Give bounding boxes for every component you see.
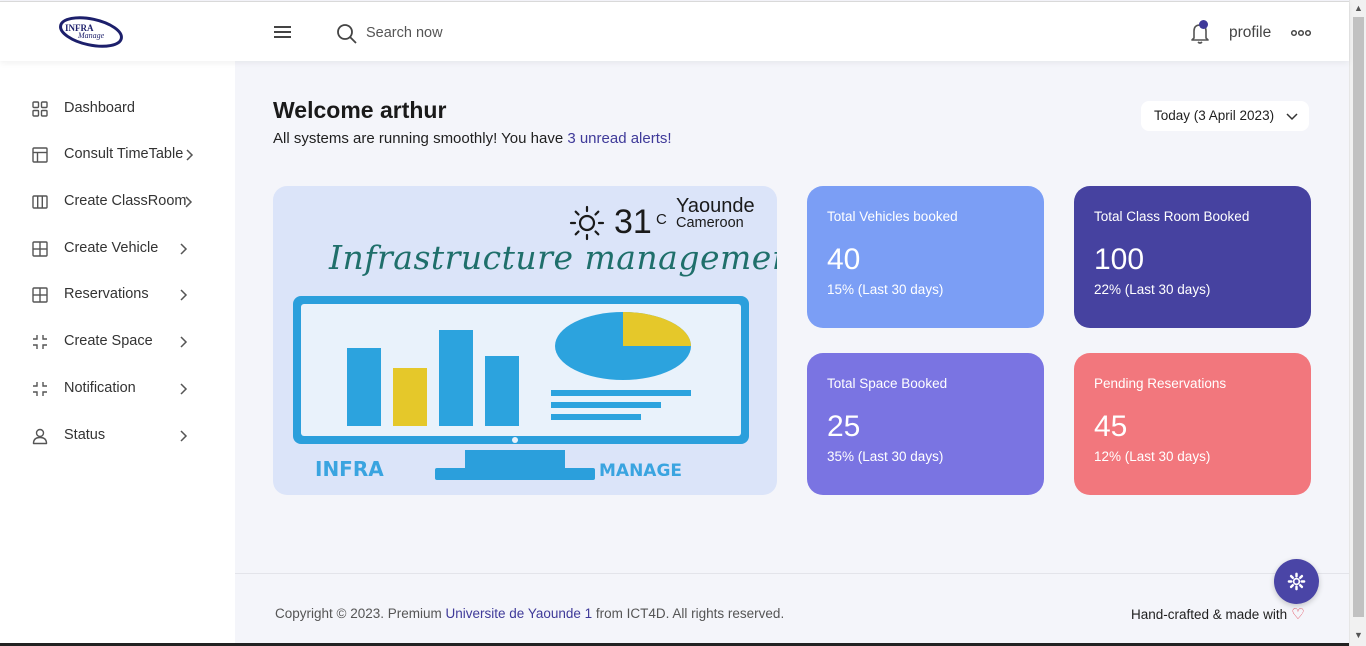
university-link[interactable]: Universite de Yaounde 1 bbox=[446, 606, 593, 621]
art-left-text: INFRA bbox=[315, 457, 384, 481]
copyright-suffix: from ICT4D. All rights reserved. bbox=[592, 606, 785, 621]
sidebar-item-notification[interactable]: Notification bbox=[0, 370, 235, 410]
profile-link[interactable]: profile bbox=[1229, 24, 1271, 42]
weather-banner: 31 C Yaounde Cameroon Infrastructure man… bbox=[273, 186, 777, 495]
infra-manage-logo[interactable]: INFRA Manage bbox=[56, 14, 126, 50]
copyright-prefix: Copyright © 2023. Premium bbox=[275, 606, 446, 621]
card-subtext: 12% (Last 30 days) bbox=[1094, 449, 1211, 464]
sidebar-item-label: Create Space bbox=[64, 333, 153, 349]
system-status-text: All systems are running smoothly! You ha… bbox=[273, 130, 672, 147]
sidebar-item-reservations[interactable]: Reservations bbox=[0, 276, 235, 316]
card-total-vehicles-booked[interactable]: Total Vehicles booked 40 15% (Last 30 da… bbox=[807, 186, 1044, 328]
card-pending-reservations[interactable]: Pending Reservations 45 12% (Last 30 day… bbox=[1074, 353, 1311, 495]
date-range-label: Today (3 April 2023) bbox=[1154, 108, 1275, 123]
card-value: 45 bbox=[1094, 410, 1128, 443]
card-subtext: 22% (Last 30 days) bbox=[1094, 282, 1211, 297]
monitor-illustration: INFRA MANAGE bbox=[293, 296, 749, 481]
sidebar: Dashboard Consult TimeTable Create Class… bbox=[0, 61, 235, 646]
card-total-space-booked[interactable]: Total Space Booked 25 35% (Last 30 days) bbox=[807, 353, 1044, 495]
chevron-right-icon bbox=[180, 336, 188, 348]
heart-icon: ♡ bbox=[1291, 606, 1305, 623]
sidebar-item-create-space[interactable]: Create Space bbox=[0, 323, 235, 363]
more-options-icon[interactable] bbox=[1290, 24, 1312, 42]
logo-text-bottom: Manage bbox=[77, 31, 105, 40]
timetable-icon bbox=[32, 147, 48, 163]
sidebar-item-dashboard[interactable]: Dashboard bbox=[0, 90, 235, 130]
scroll-up-arrow-icon[interactable]: ▲ bbox=[1350, 0, 1366, 17]
card-value: 40 bbox=[827, 243, 861, 276]
search-icon[interactable] bbox=[336, 23, 358, 45]
scrollbar-thumb[interactable] bbox=[1353, 17, 1364, 617]
copyright-text: Copyright © 2023. Premium Universite de … bbox=[275, 606, 784, 621]
gear-icon bbox=[1287, 572, 1306, 591]
sidebar-item-label: Dashboard bbox=[64, 100, 135, 116]
sun-icon bbox=[569, 205, 605, 241]
made-with-text: Hand-crafted & made with ♡ bbox=[1131, 605, 1305, 623]
notification-badge bbox=[1199, 20, 1208, 29]
card-subtext: 15% (Last 30 days) bbox=[827, 282, 944, 297]
card-subtext: 35% (Last 30 days) bbox=[827, 449, 944, 464]
sidebar-item-label: Notification bbox=[64, 380, 136, 396]
temperature-value: 31 bbox=[614, 203, 652, 241]
vertical-scrollbar[interactable]: ▲ ▼ bbox=[1349, 0, 1366, 646]
chevron-right-icon bbox=[180, 383, 188, 395]
top-bar: INFRA Manage profile bbox=[0, 1, 1349, 61]
hamburger-menu-icon[interactable] bbox=[272, 22, 294, 42]
chevron-down-icon bbox=[1286, 113, 1298, 121]
card-title: Total Class Room Booked bbox=[1094, 209, 1250, 224]
chevron-right-icon bbox=[186, 149, 194, 161]
sidebar-item-label: Create Vehicle bbox=[64, 240, 159, 256]
chevron-right-icon bbox=[180, 243, 188, 255]
banner-title: Infrastructure management bbox=[329, 238, 777, 277]
chevron-right-icon bbox=[180, 289, 188, 301]
sidebar-item-create-vehicle[interactable]: Create Vehicle bbox=[0, 230, 235, 270]
status-prefix: All systems are running smoothly! You ha… bbox=[273, 130, 568, 147]
chevron-right-icon bbox=[180, 430, 188, 442]
welcome-heading: Welcome arthur bbox=[273, 97, 447, 123]
notification-corners-icon bbox=[33, 382, 47, 396]
space-corners-icon bbox=[33, 335, 47, 349]
sidebar-item-label: Create ClassRoom bbox=[64, 193, 187, 209]
unread-alerts-link[interactable]: 3 unread alerts! bbox=[567, 130, 671, 147]
reservations-grid-icon bbox=[32, 287, 48, 303]
art-right-text: MANAGE bbox=[599, 461, 682, 481]
footer: Copyright © 2023. Premium Universite de … bbox=[235, 573, 1349, 646]
made-with-label: Hand-crafted & made with bbox=[1131, 607, 1288, 622]
card-value: 25 bbox=[827, 410, 861, 443]
search-input[interactable] bbox=[366, 21, 666, 45]
temperature-unit: C bbox=[656, 211, 667, 228]
sidebar-item-create-classroom[interactable]: Create ClassRoom bbox=[0, 183, 235, 223]
classroom-columns-icon bbox=[32, 195, 48, 209]
settings-floating-button[interactable] bbox=[1274, 559, 1319, 604]
date-range-dropdown[interactable]: Today (3 April 2023) bbox=[1141, 101, 1309, 131]
sidebar-item-label: Reservations bbox=[64, 286, 149, 302]
vehicle-grid-icon bbox=[32, 241, 48, 257]
sidebar-item-consult-timetable[interactable]: Consult TimeTable bbox=[0, 136, 235, 176]
user-icon bbox=[32, 428, 48, 445]
sidebar-item-label: Consult TimeTable bbox=[64, 146, 184, 162]
card-value: 100 bbox=[1094, 243, 1145, 276]
card-title: Total Vehicles booked bbox=[827, 209, 958, 224]
chevron-right-icon bbox=[185, 196, 193, 208]
weather-country: Cameroon bbox=[676, 215, 744, 231]
scroll-down-arrow-icon[interactable]: ▼ bbox=[1350, 627, 1366, 644]
sidebar-item-label: Status bbox=[64, 427, 106, 443]
sidebar-item-status[interactable]: Status bbox=[0, 417, 235, 457]
card-total-classroom-booked[interactable]: Total Class Room Booked 100 22% (Last 30… bbox=[1074, 186, 1311, 328]
card-title: Total Space Booked bbox=[827, 376, 948, 391]
dashboard-grid-icon bbox=[32, 101, 48, 117]
card-title: Pending Reservations bbox=[1094, 376, 1227, 391]
